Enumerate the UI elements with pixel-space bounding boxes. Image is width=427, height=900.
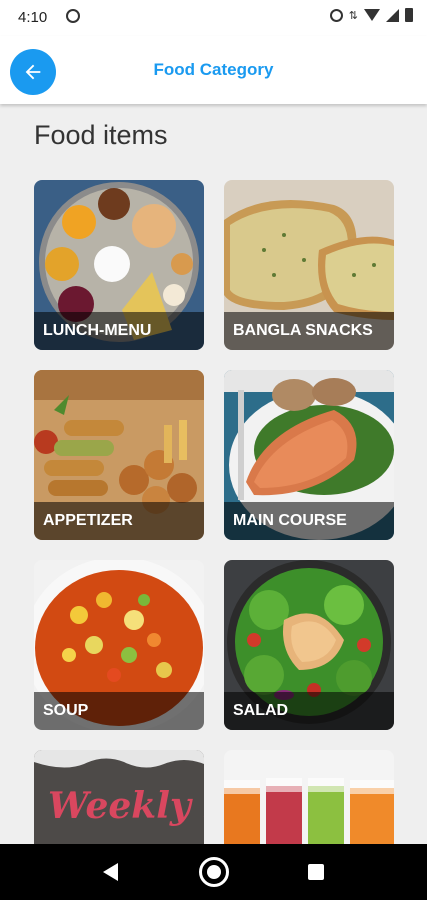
section-title: Food items	[34, 120, 168, 150]
nav-home-icon[interactable]	[199, 857, 229, 887]
alarm-icon	[329, 8, 343, 22]
weekly-special-image: Weekly Special	[34, 750, 204, 844]
juices-image	[224, 750, 394, 844]
wifi-icon	[364, 9, 380, 21]
data-arrows-icon: ⇅	[348, 9, 358, 22]
category-card-appetizer[interactable]: APPETIZER	[34, 370, 204, 540]
do-not-disturb-icon	[66, 9, 80, 23]
category-label: SALAD	[224, 692, 394, 730]
category-label: BANGLA SNACKS	[224, 312, 394, 350]
signal-icon	[386, 8, 399, 22]
category-label: MAIN COURSE	[224, 502, 394, 540]
category-card-main-course[interactable]: MAIN COURSE	[224, 370, 394, 540]
category-card-soup[interactable]: SOUP	[34, 560, 204, 730]
battery-icon	[405, 8, 413, 22]
category-label: SOUP	[34, 692, 204, 730]
category-card-salad[interactable]: SALAD	[224, 560, 394, 730]
nav-recents-icon[interactable]	[308, 864, 324, 880]
page-title: Food Category	[153, 60, 274, 79]
category-grid: LUNCH-MENU BANGLA SNACKS APPETIZER MAIN …	[34, 180, 394, 844]
nav-back-icon[interactable]	[103, 863, 118, 881]
category-card-lunch-menu[interactable]: LUNCH-MENU	[34, 180, 204, 350]
category-card-bangla-snacks[interactable]: BANGLA SNACKS	[224, 180, 394, 350]
status-icons: ⇅	[329, 8, 413, 22]
category-label: APPETIZER	[34, 502, 204, 540]
system-navigation-bar	[0, 844, 427, 900]
app-bar: Food Category	[0, 36, 427, 104]
status-time: 4:10	[18, 9, 48, 26]
status-bar: 4:10 ⇅	[0, 0, 427, 36]
category-label: LUNCH-MENU	[34, 312, 204, 350]
category-card-weekly-special[interactable]: Weekly Special	[34, 750, 204, 844]
category-card-juices[interactable]	[224, 750, 394, 844]
weekly-special-art-text: Weekly Special	[48, 785, 204, 827]
